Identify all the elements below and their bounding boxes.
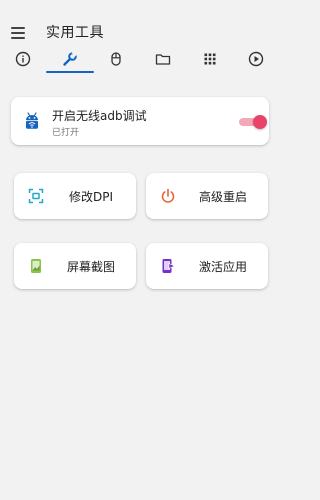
tab-folder[interactable] <box>140 44 186 74</box>
wireless-adb-card[interactable]: 开启无线adb调试 已打开 <box>11 97 269 145</box>
adb-title: 开启无线adb调试 <box>52 109 147 123</box>
screenshot-label: 屏幕截图 <box>66 260 115 274</box>
tab-play[interactable] <box>233 44 279 74</box>
folder-icon <box>155 54 171 65</box>
play-circle-icon <box>248 51 264 67</box>
wrench-icon <box>63 51 78 66</box>
screenshot-button[interactable]: 屏幕截图 <box>14 243 136 289</box>
activate-app-button[interactable]: 激活应用 <box>146 243 268 289</box>
tab-bar <box>0 44 280 76</box>
advanced-reboot-label: 高级重启 <box>198 190 247 204</box>
activate-app-icon <box>162 259 176 273</box>
adb-status: 已打开 <box>52 128 80 138</box>
android-wifi-icon <box>26 112 38 129</box>
grid-icon <box>204 53 216 65</box>
info-icon <box>15 51 31 67</box>
modify-dpi-button[interactable]: 修改DPI <box>14 173 136 219</box>
power-icon <box>161 188 175 203</box>
tab-info[interactable] <box>0 44 46 74</box>
screen-resize-icon <box>28 188 44 204</box>
tab-indicator <box>46 71 94 73</box>
app-bar: 实用工具 <box>0 0 280 78</box>
screenshot-icon <box>31 259 41 273</box>
tab-mouse[interactable] <box>93 44 139 74</box>
tab-apps[interactable] <box>187 44 233 74</box>
mouse-icon <box>111 52 121 66</box>
toggle-thumb <box>253 115 267 129</box>
modify-dpi-label: 修改DPI <box>68 190 114 204</box>
page-title: 实用工具 <box>46 25 104 41</box>
advanced-reboot-button[interactable]: 高级重启 <box>146 173 268 219</box>
menu-icon[interactable] <box>11 27 25 39</box>
activate-app-label: 激活应用 <box>198 260 247 274</box>
tab-tools[interactable] <box>47 44 93 74</box>
adb-toggle[interactable] <box>237 115 267 129</box>
